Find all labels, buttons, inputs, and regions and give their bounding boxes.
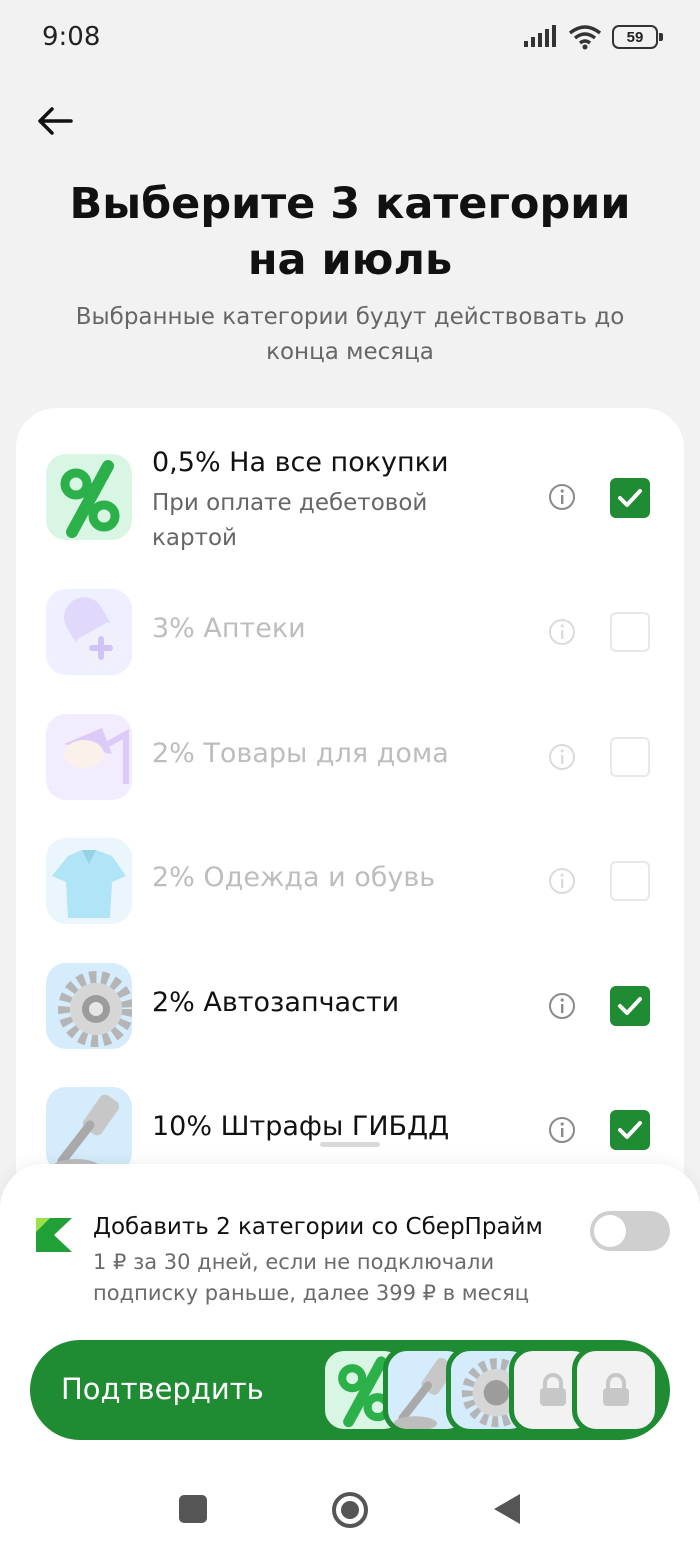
recents-icon[interactable] — [178, 1494, 208, 1524]
gear-icon — [46, 963, 132, 1049]
shirt-icon — [46, 838, 132, 924]
info-icon[interactable] — [546, 1114, 578, 1146]
category-label: 2% Автозапчасти — [152, 987, 400, 1018]
status-bar: 9:08 59 — [0, 0, 700, 78]
info-icon[interactable] — [546, 865, 578, 897]
locked-slot — [572, 1346, 660, 1434]
category-row-auto-parts[interactable]: 2% Автозапчасти — [16, 963, 684, 1049]
pill-icon — [46, 589, 132, 675]
gavel-icon — [46, 1087, 132, 1173]
page-title-line-2: на июль — [247, 235, 453, 285]
category-row-pharmacy[interactable]: 3% Аптеки — [16, 589, 684, 675]
category-sub: При оплате дебетовой картой — [152, 490, 428, 551]
category-label: 10% Штрафы ГИБДД — [152, 1111, 450, 1142]
scroll-handle[interactable] — [320, 1142, 380, 1147]
category-label: 2% Одежда и обувь — [152, 862, 436, 893]
category-checkbox[interactable] — [610, 478, 650, 518]
sberprime-toggle[interactable] — [590, 1211, 670, 1251]
category-label: 0,5% На все покупки — [152, 447, 449, 478]
lock-icon — [540, 1373, 566, 1406]
category-checkbox[interactable] — [610, 986, 650, 1026]
toggle-knob — [594, 1215, 626, 1247]
sberprime-description: 1 ₽ за 30 дней, если не подключали подпи… — [93, 1250, 530, 1305]
battery-indicator: 59 — [612, 25, 663, 49]
info-icon[interactable] — [546, 990, 578, 1022]
info-icon[interactable] — [546, 616, 578, 648]
lamp-icon — [46, 714, 132, 800]
system-nav-bar — [0, 1466, 700, 1556]
lock-icon — [603, 1373, 629, 1406]
category-row-traffic-fines[interactable]: 10% Штрафы ГИБДД — [16, 1087, 684, 1173]
page-subtitle: Выбранные категории будут действовать до… — [75, 304, 625, 365]
info-icon[interactable] — [546, 481, 578, 513]
category-checkbox[interactable] — [610, 737, 650, 777]
sberprime-title: Добавить 2 категории со СберПрайм — [93, 1214, 543, 1240]
category-label: 2% Товары для дома — [152, 738, 449, 769]
arrow-left-icon — [38, 107, 73, 135]
category-row-all-purchases[interactable]: 0,5% На все покупки При оплате дебетовой… — [16, 447, 684, 564]
percent-icon — [46, 454, 132, 540]
back-button[interactable] — [30, 96, 80, 146]
category-label: 3% Аптеки — [152, 613, 306, 644]
checkmark-icon — [618, 997, 642, 1015]
home-icon[interactable] — [330, 1490, 370, 1530]
category-checkbox[interactable] — [610, 1110, 650, 1150]
signal-icon — [524, 25, 556, 47]
categories-card: 0,5% На все покупки При оплате дебетовой… — [16, 408, 684, 1208]
checkmark-icon — [618, 1121, 642, 1139]
info-icon[interactable] — [546, 741, 578, 773]
page-title-line-1: Выберите 3 категории — [69, 179, 631, 229]
back-triangle-icon[interactable] — [492, 1492, 522, 1526]
checkmark-icon — [618, 489, 642, 507]
status-icons: 59 — [524, 24, 663, 50]
category-row-home-goods[interactable]: 2% Товары для дома — [16, 714, 684, 800]
category-checkbox[interactable] — [610, 861, 650, 901]
category-checkbox[interactable] — [610, 612, 650, 652]
sberprime-logo-icon — [36, 1218, 72, 1252]
status-time: 9:08 — [42, 22, 101, 52]
category-row-clothing[interactable]: 2% Одежда и обувь — [16, 838, 684, 924]
page-title: Выберите 3 категории на июль — [0, 176, 700, 288]
confirm-button[interactable]: Подтвердить — [30, 1340, 670, 1440]
confirm-button-label: Подтвердить — [61, 1372, 264, 1406]
wifi-icon — [568, 25, 602, 50]
